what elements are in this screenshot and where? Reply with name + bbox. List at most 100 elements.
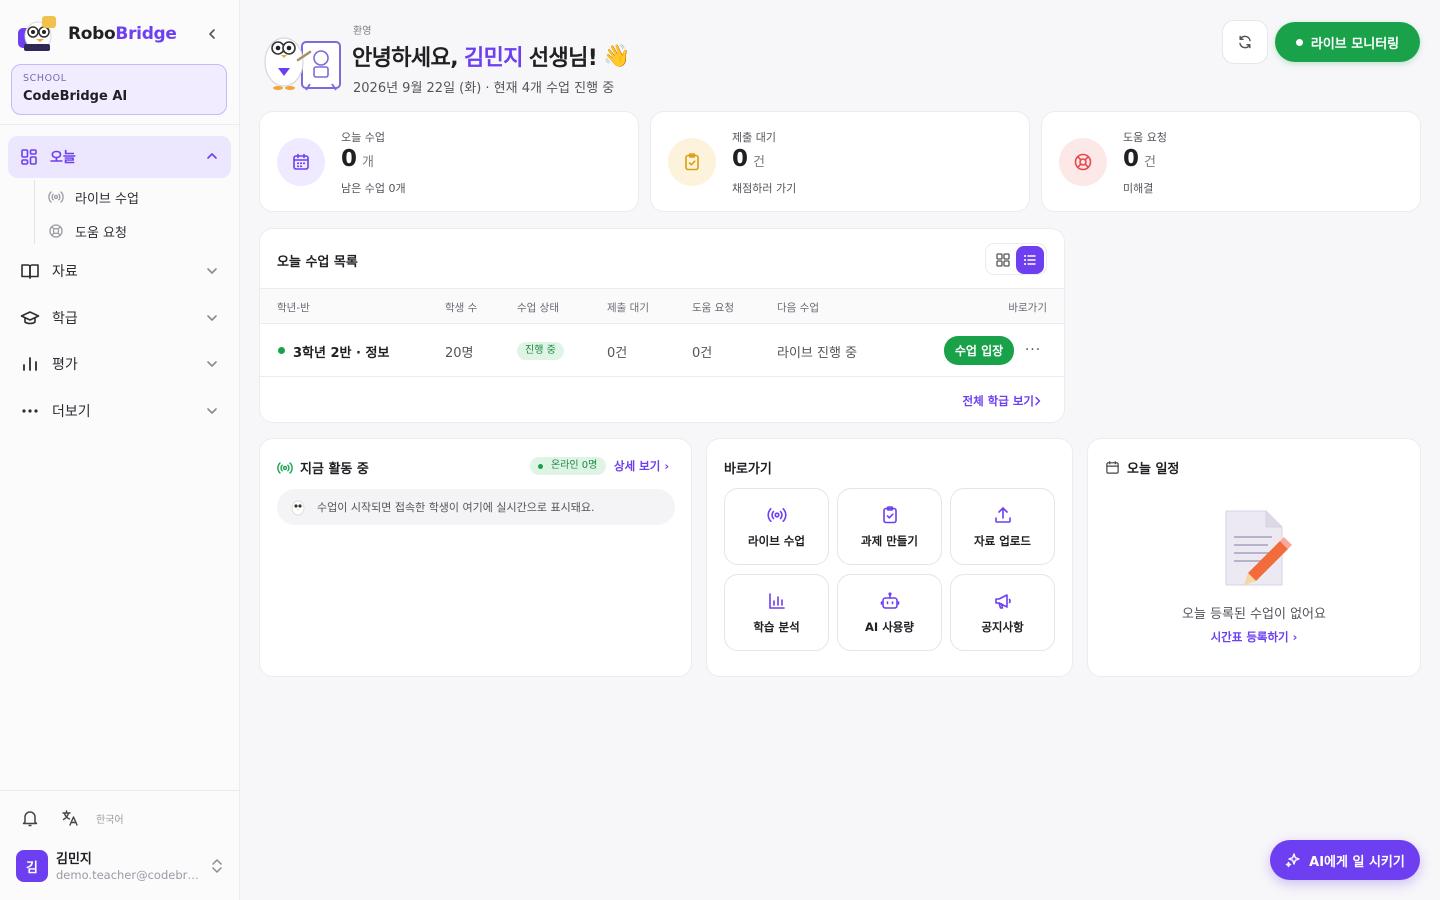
quick-action-create-assignment[interactable]: 과제 만들기 <box>837 488 942 565</box>
quick-action-label: AI 사용량 <box>865 619 914 634</box>
online-dot-icon <box>538 463 543 469</box>
column-header: 바로가기 <box>1008 302 1047 314</box>
chevron-left-icon <box>209 29 215 39</box>
stat-value: 0건 <box>732 146 765 172</box>
broadcast-icon <box>277 461 293 474</box>
user-menu[interactable]: 김 김민지 demo.teacher@codebridge.ai <box>16 848 228 886</box>
stat-subtext: 미해결 <box>1123 182 1154 195</box>
live-monitoring-button[interactable]: 라이브 모니터링 <box>1275 22 1420 62</box>
stat-label: 오늘 수업 <box>341 131 385 144</box>
language-button[interactable] <box>60 808 80 828</box>
quick-action-learning-analytics[interactable]: 학습 분석 <box>724 574 829 651</box>
dashboard-icon <box>21 149 37 165</box>
quick-action-announcements[interactable]: 공지사항 <box>950 574 1055 651</box>
sidebar-item-class[interactable]: 학급 <box>8 300 231 336</box>
bell-icon <box>22 811 38 827</box>
stat-subtext: 남은 수업 0개 <box>341 182 406 195</box>
page-title: 안녕하세요, 김민지 선생님! 👋 <box>352 40 631 72</box>
column-header: 학생 수 <box>445 302 478 314</box>
quick-action-upload-material[interactable]: 자료 업로드 <box>950 488 1055 565</box>
lifebuoy-icon <box>49 224 63 238</box>
view-all-classes-link[interactable]: 전체 학급 보기 <box>963 393 1043 409</box>
column-header: 수업 상태 <box>517 302 559 314</box>
online-count-badge: 온라인 0명 <box>530 457 607 475</box>
stat-number: 0 <box>341 146 358 172</box>
sidebar-subitem-help-request[interactable]: 도움 요청 <box>48 219 127 243</box>
quick-action-label: 공지사항 <box>981 619 1024 634</box>
empty-schedule-text: 오늘 등록된 수업이 없어요 <box>1182 607 1326 622</box>
sidebar-item-assessment[interactable]: 평가 <box>8 346 231 382</box>
panel-title: 오늘 수업 목록 <box>277 255 358 270</box>
more-dots-icon <box>22 409 38 413</box>
sidebar-item-today[interactable]: 오늘 <box>8 136 231 178</box>
sidebar-item-label: 평가 <box>52 357 78 373</box>
ai-assistant-button[interactable]: AI에게 일 시키기 <box>1270 840 1420 880</box>
sparkle-icon <box>1285 853 1300 868</box>
stat-number: 0 <box>1123 146 1140 172</box>
sidebar-item-materials[interactable]: 자료 <box>8 253 231 289</box>
notifications-button[interactable] <box>20 808 40 828</box>
translate-icon <box>62 810 78 826</box>
stat-unit: 건 <box>1144 155 1156 170</box>
sidebar-item-more[interactable]: 더보기 <box>8 393 231 429</box>
stat-card-today-classes[interactable]: 오늘 수업 0개 남은 수업 0개 <box>259 111 639 212</box>
activity-detail-link[interactable]: 상세 보기 › <box>614 458 669 474</box>
quick-action-label: 라이브 수업 <box>748 533 805 548</box>
ai-assistant-label: AI에게 일 시키기 <box>1309 854 1405 870</box>
quick-action-label: 자료 업로드 <box>974 533 1031 548</box>
register-timetable-link[interactable]: 시간표 등록하기 › <box>1088 629 1420 645</box>
sidebar-item-label: 오늘 <box>50 150 76 166</box>
school-label: SCHOOL <box>23 73 67 84</box>
status-dot-icon <box>278 347 285 354</box>
next-class: 라이브 진행 중 <box>777 346 858 361</box>
quick-action-label: 과제 만들기 <box>861 533 918 548</box>
chevron-down-icon <box>207 268 217 274</box>
row-more-button[interactable]: ··· <box>1022 338 1044 362</box>
school-name: CodeBridge AI <box>23 89 128 104</box>
stat-card-help-requests[interactable]: 도움 요청 0건 미해결 <box>1041 111 1421 212</box>
panel-title-text: 지금 활동 중 <box>300 462 369 477</box>
table-header: 학년-반 학생 수 수업 상태 제출 대기 도움 요청 다음 수업 바로가기 <box>260 288 1064 324</box>
collapse-sidebar-button[interactable] <box>202 24 222 44</box>
teacher-name: 김민지 <box>463 46 524 71</box>
stat-value: 0개 <box>341 146 374 172</box>
empty-schedule-illustration <box>1225 510 1292 586</box>
brand[interactable]: RoboBridge <box>16 14 226 54</box>
list-view-button[interactable] <box>1016 246 1044 274</box>
school-switcher[interactable]: SCHOOL CodeBridge AI <box>11 64 227 115</box>
calendar-icon <box>1106 461 1119 474</box>
bar-chart-icon <box>768 592 785 609</box>
grid-view-button[interactable] <box>991 248 1015 272</box>
welcome-eyebrow: 환영 <box>353 26 372 37</box>
stat-subtext: 채점하러 가기 <box>732 182 797 195</box>
language-label: 한국어 <box>96 815 124 826</box>
enter-class-button[interactable]: 수업 입장 <box>944 336 1014 365</box>
quick-action-live-class[interactable]: 라이브 수업 <box>724 488 829 565</box>
refresh-button[interactable] <box>1222 20 1268 64</box>
sidebar-subitem-live-class[interactable]: 라이브 수업 <box>48 185 139 209</box>
robot-icon <box>880 591 899 609</box>
column-header: 도움 요청 <box>692 302 734 314</box>
empty-activity-note: 수업이 시작되면 접속한 학생이 여기에 실시간으로 표시돼요. <box>277 489 675 525</box>
quick-action-ai-usage[interactable]: AI 사용량 <box>837 574 942 651</box>
user-name: 김민지 <box>56 852 92 867</box>
stat-card-pending-submissions[interactable]: 제출 대기 0건 채점하러 가기 <box>650 111 1030 212</box>
quick-action-label: 학습 분석 <box>753 619 800 634</box>
table-row[interactable]: 3학년 2반 · 정보 20명 진행 중 0건 0건 라이브 진행 중 수업 입… <box>260 324 1064 377</box>
empty-activity-text: 수업이 시작되면 접속한 학생이 여기에 실시간으로 표시돼요. <box>317 501 595 514</box>
live-activity-panel: 지금 활동 중 온라인 0명 상세 보기 › 수업이 시작되면 접속한 학생이 … <box>259 438 692 677</box>
sidebar-subitem-label: 도움 요청 <box>75 225 127 241</box>
chevron-down-icon <box>207 361 217 367</box>
student-count: 20명 <box>445 346 474 361</box>
view-toggle <box>985 243 1047 275</box>
chevron-down-icon <box>207 315 217 321</box>
stat-label: 도움 요청 <box>1123 131 1167 144</box>
user-email: demo.teacher@codebridge.ai <box>56 868 201 882</box>
help-count: 0건 <box>692 346 713 361</box>
date-status-subtitle: 2026년 9월 22일 (화) · 현재 4개 수업 진행 중 <box>353 81 615 96</box>
bar-chart-icon <box>23 357 37 371</box>
status-badge: 진행 중 <box>517 342 564 360</box>
avatar: 김 <box>16 850 48 882</box>
sidebar-subitem-label: 라이브 수업 <box>75 191 139 207</box>
sidebar-item-label: 학급 <box>52 311 78 327</box>
